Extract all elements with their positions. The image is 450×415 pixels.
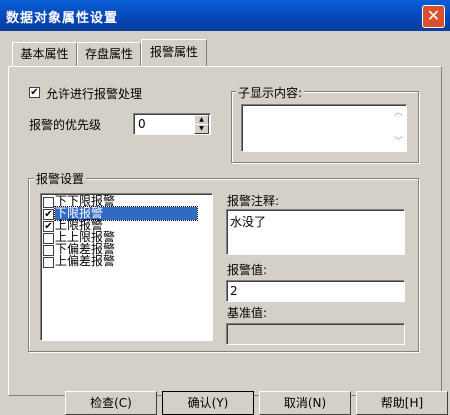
- scroll-up-icon[interactable]: ︿: [392, 107, 405, 120]
- alarm-item-checkbox[interactable]: [43, 233, 54, 244]
- scroll-down-icon[interactable]: ﹀: [392, 136, 405, 149]
- confirm-button-label: 确认(Y): [187, 396, 229, 410]
- tab-basic[interactable]: 基本属性: [12, 42, 77, 66]
- check-button[interactable]: 检查(C): [65, 391, 157, 415]
- alarm-note-value: 水没了: [230, 215, 267, 229]
- alarm-item-checkbox[interactable]: [43, 245, 54, 256]
- list-item[interactable]: 上偏差报警: [41, 254, 209, 268]
- checkmark-icon: ✔: [44, 209, 53, 220]
- base-value-field: [226, 323, 405, 345]
- tab-alarm-label: 报警属性: [149, 45, 198, 59]
- alarm-item-label: 上偏差报警: [55, 254, 116, 268]
- sub-display-label: 子显示内容:: [236, 84, 305, 101]
- spin-up-icon: ▲: [199, 116, 204, 123]
- tab-storage[interactable]: 存盘属性: [77, 42, 141, 66]
- check-button-label: 检查(C): [90, 396, 132, 410]
- checkmark-icon: ✔: [30, 87, 39, 98]
- tab-basic-label: 基本属性: [20, 47, 69, 61]
- confirm-button[interactable]: 确认(Y): [162, 391, 254, 415]
- alarm-value-field[interactable]: 2: [226, 280, 405, 302]
- help-button-label: 帮助[H]: [380, 396, 424, 410]
- allow-alarm-label: 允许进行报警处理: [46, 87, 143, 101]
- checkmark-icon: ✔: [44, 221, 53, 232]
- alarm-type-list[interactable]: 下下限报警 ✔ 下限报警 ✔ 上限报警 上上限报警 下偏差报警 上偏差报警: [40, 193, 213, 341]
- window-title: 数据对象属性设置: [6, 11, 119, 26]
- close-button[interactable]: ✕: [422, 5, 445, 28]
- alarm-settings-label: 报警设置: [34, 170, 87, 187]
- alarm-item-checkbox[interactable]: [43, 197, 54, 208]
- cancel-button[interactable]: 取消(N): [259, 391, 351, 415]
- sub-display-list[interactable]: ︿ ﹀: [241, 104, 407, 152]
- spin-down-icon: ▼: [199, 125, 204, 132]
- priority-label: 报警的优先级: [29, 118, 102, 132]
- cancel-button-label: 取消(N): [283, 396, 327, 410]
- alarm-item-checkbox[interactable]: ✔: [43, 221, 54, 232]
- tab-storage-label: 存盘属性: [84, 47, 133, 61]
- priority-spin-down[interactable]: ▼: [194, 124, 209, 134]
- priority-value: 0: [138, 117, 146, 131]
- alarm-note-field[interactable]: 水没了: [226, 209, 405, 255]
- close-icon: ✕: [426, 6, 441, 25]
- tab-alarm[interactable]: 报警属性: [141, 39, 207, 66]
- help-button[interactable]: 帮助[H]: [356, 391, 448, 415]
- allow-alarm-checkbox[interactable]: ✔: [29, 87, 40, 98]
- alarm-item-checkbox[interactable]: [43, 257, 54, 268]
- title-bar[interactable]: 数据对象属性设置 ✕: [0, 0, 450, 31]
- alarm-value-label: 报警值:: [227, 263, 268, 277]
- base-value-label: 基准值:: [227, 306, 268, 320]
- alarm-note-label: 报警注释:: [227, 194, 280, 208]
- alarm-item-checkbox[interactable]: ✔: [43, 209, 54, 220]
- alarm-value-value: 2: [230, 284, 238, 298]
